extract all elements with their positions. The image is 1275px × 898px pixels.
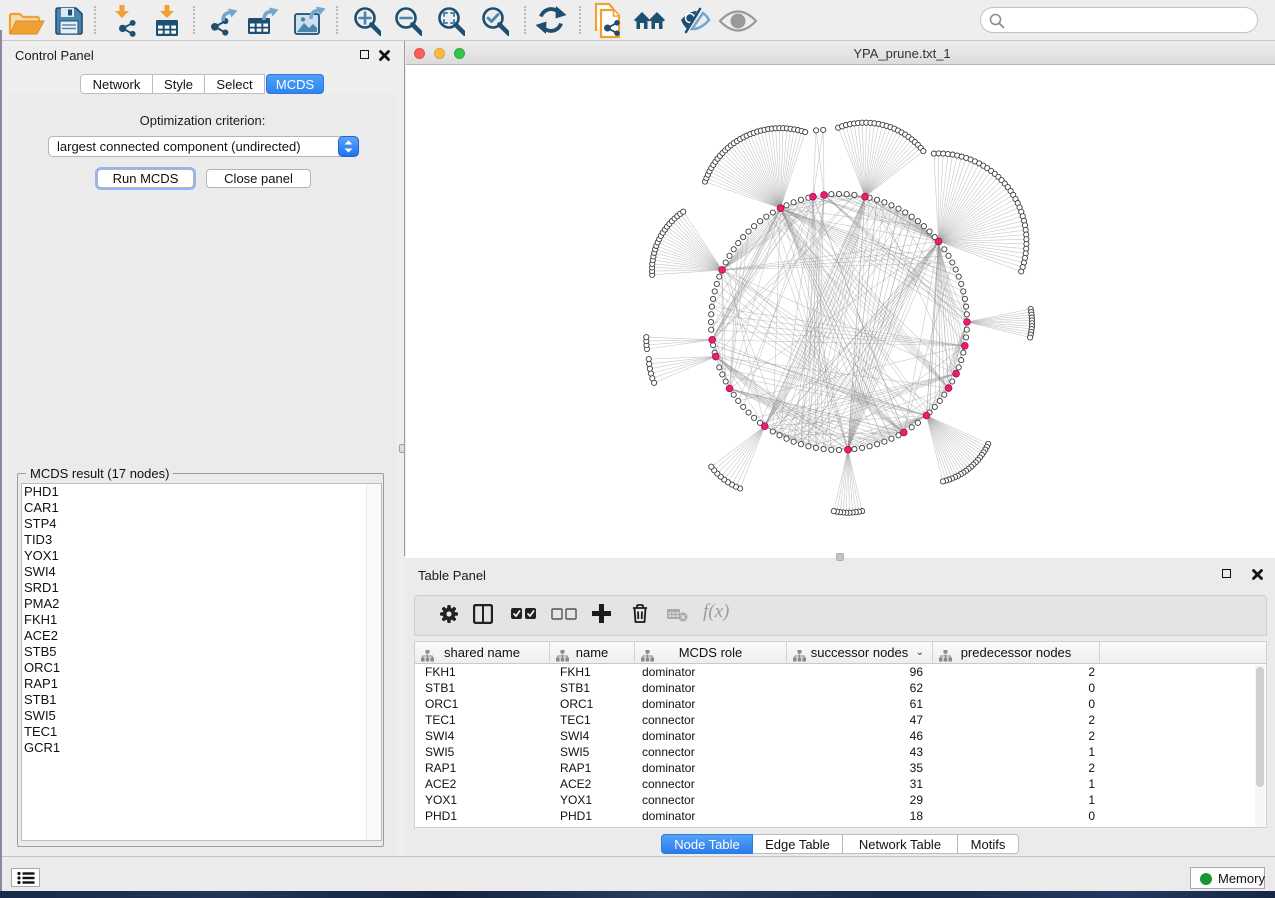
svg-text:f(x): f(x) (703, 601, 729, 622)
